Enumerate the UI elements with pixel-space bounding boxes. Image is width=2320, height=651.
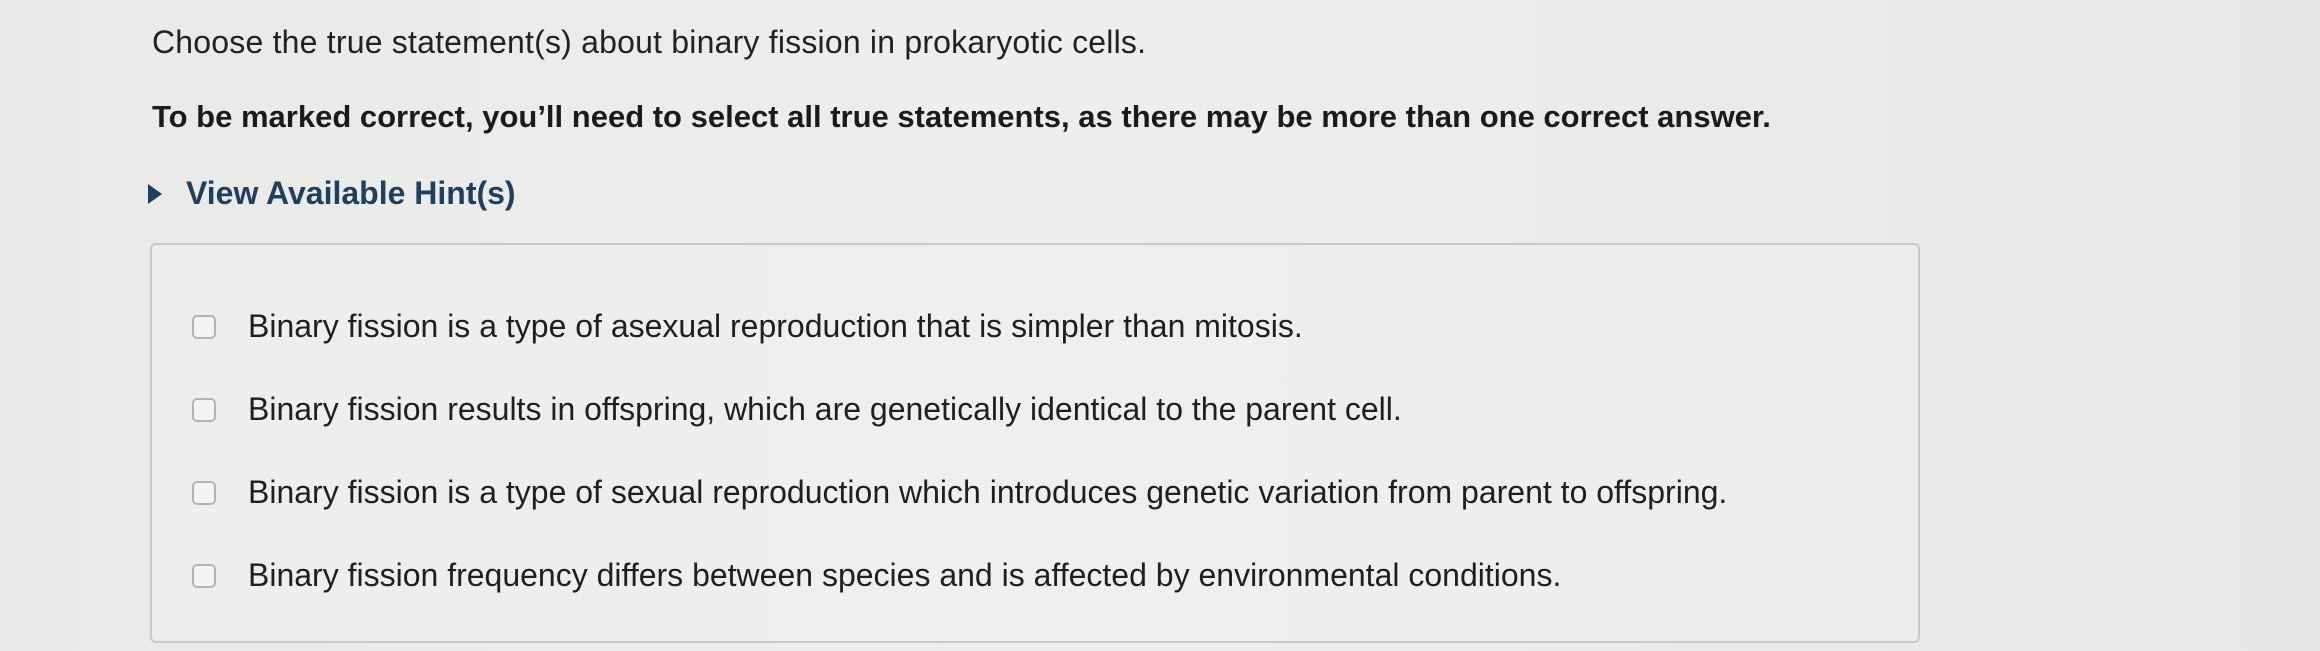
triangle-right-icon [148,183,162,204]
checkbox-icon[interactable] [192,480,216,505]
answer-option-label: Binary fission results in offspring, whi… [248,391,1402,427]
checkbox-icon[interactable] [192,397,216,422]
checkbox-icon[interactable] [192,563,216,588]
question-instructions: To be marked correct, you’ll need to sel… [152,99,1771,134]
question-prompt: Choose the true statement(s) about binar… [152,24,1147,60]
answer-option-2[interactable]: Binary fission results in offspring, whi… [192,391,1402,428]
answer-option-label: Binary fission is a type of asexual repr… [248,308,1303,344]
answer-option-label: Binary fission frequency differs between… [248,557,1562,593]
answer-option-3[interactable]: Binary fission is a type of sexual repro… [192,474,1727,511]
view-hints-toggle[interactable]: View Available Hint(s) [148,175,516,212]
view-hints-label: View Available Hint(s) [186,175,516,211]
answer-option-label: Binary fission is a type of sexual repro… [248,474,1728,510]
answer-option-1[interactable]: Binary fission is a type of asexual repr… [192,308,1303,345]
answer-option-4[interactable]: Binary fission frequency differs between… [192,557,1561,594]
checkbox-icon[interactable] [192,314,216,339]
answer-options-box: Binary fission is a type of asexual repr… [150,243,1920,643]
